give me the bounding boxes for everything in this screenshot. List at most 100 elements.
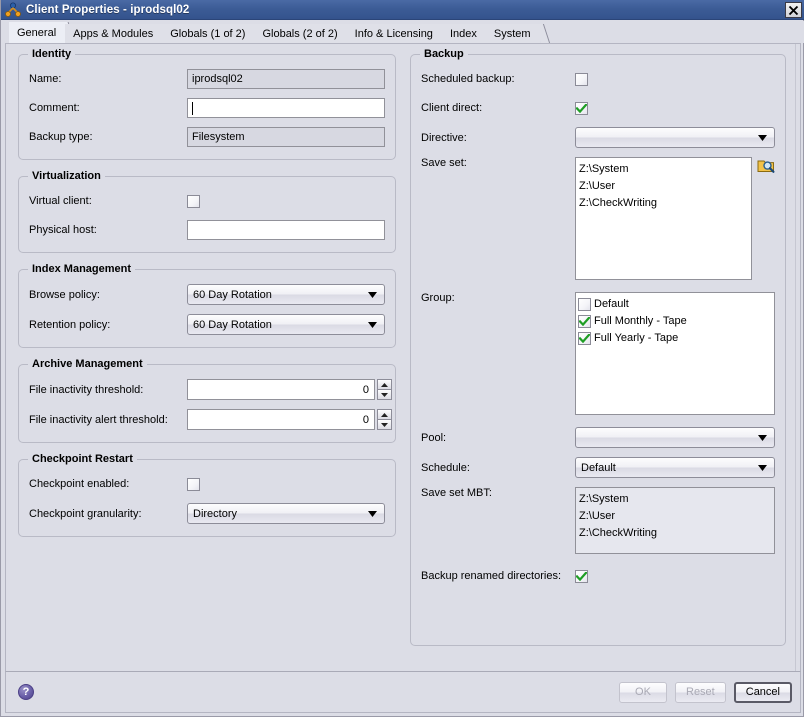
file-inactivity-alert-value: 0 bbox=[362, 413, 369, 426]
physical-host-input[interactable] bbox=[187, 220, 385, 240]
save-set-label: Save set: bbox=[421, 157, 467, 169]
name-field: iprodsql02 bbox=[187, 69, 385, 89]
list-item[interactable]: Z:\System bbox=[579, 161, 749, 178]
backup-group: Backup Scheduled backup: Client direct: … bbox=[410, 48, 786, 646]
spinner-down-button[interactable] bbox=[377, 390, 392, 400]
spinner-up-button[interactable] bbox=[377, 409, 392, 420]
file-inactivity-alert-stepper[interactable]: 0 bbox=[187, 409, 392, 430]
checkpoint-granularity-row: Checkpoint granularity: Directory bbox=[29, 503, 385, 524]
close-button[interactable] bbox=[785, 2, 802, 18]
file-inactivity-threshold-stepper[interactable]: 0 bbox=[187, 379, 392, 400]
client-direct-checkbox[interactable] bbox=[575, 101, 588, 115]
checkpoint-granularity-value: Directory bbox=[193, 507, 238, 520]
spinner-down-button[interactable] bbox=[377, 420, 392, 430]
group-full-yearly-tape-checkbox[interactable] bbox=[578, 332, 591, 345]
save-set-row: Save set: Z:\System Z:\User Z:\CheckWrit… bbox=[421, 157, 775, 280]
checkpoint-enabled-row: Checkpoint enabled: bbox=[29, 474, 385, 494]
save-set-listbox[interactable]: Z:\System Z:\User Z:\CheckWriting bbox=[575, 157, 752, 280]
retention-policy-dropdown[interactable]: 60 Day Rotation bbox=[187, 314, 385, 335]
client-direct-label: Client direct: bbox=[421, 102, 483, 114]
group-label: Group: bbox=[421, 292, 455, 304]
chevron-down-icon bbox=[758, 462, 767, 474]
tab-strip: General Apps & Modules Globals (1 of 2) … bbox=[1, 21, 804, 43]
folder-search-icon[interactable] bbox=[757, 157, 775, 175]
name-value: iprodsql02 bbox=[192, 73, 243, 85]
comment-label: Comment: bbox=[29, 102, 80, 114]
scheduled-backup-checkbox[interactable] bbox=[575, 72, 588, 86]
browse-policy-value: 60 Day Rotation bbox=[193, 288, 272, 301]
backup-group-title: Backup bbox=[420, 48, 468, 60]
pool-dropdown[interactable] bbox=[575, 427, 775, 448]
file-inactivity-threshold-input[interactable]: 0 bbox=[187, 379, 375, 400]
tab-index[interactable]: Index bbox=[441, 24, 486, 43]
virtual-client-checkbox[interactable] bbox=[187, 194, 200, 208]
group-default-checkbox[interactable] bbox=[578, 298, 591, 311]
tab-globals-1[interactable]: Globals (1 of 2) bbox=[162, 24, 255, 43]
spinner-up-button[interactable] bbox=[377, 379, 392, 390]
checkmark-icon bbox=[576, 571, 587, 581]
client-node-icon bbox=[5, 2, 21, 18]
panel-right-rail bbox=[795, 44, 800, 672]
group-row: Group: Default Full Monthly - Tape Full … bbox=[421, 292, 775, 415]
backup-renamed-directories-checkbox[interactable] bbox=[575, 569, 588, 583]
list-item[interactable]: Full Monthly - Tape bbox=[578, 313, 772, 330]
ok-button[interactable]: OK bbox=[619, 681, 667, 703]
virtual-client-label: Virtual client: bbox=[29, 195, 92, 207]
tab-general[interactable]: General bbox=[9, 22, 66, 43]
group-listbox[interactable]: Default Full Monthly - Tape Full Yearly … bbox=[575, 292, 775, 415]
identity-group-title: Identity bbox=[28, 48, 76, 60]
checkpoint-restart-group: Checkpoint Restart Checkpoint enabled: C… bbox=[18, 453, 396, 537]
retention-policy-label: Retention policy: bbox=[29, 318, 111, 331]
caret-down-icon bbox=[381, 422, 388, 427]
file-inactivity-alert-input[interactable]: 0 bbox=[187, 409, 375, 430]
client-properties-dialog: Client Properties - iprodsql02 General A… bbox=[0, 0, 804, 717]
backup-type-value: Filesystem bbox=[192, 131, 245, 143]
help-label: ? bbox=[22, 686, 30, 698]
schedule-label: Schedule: bbox=[421, 461, 470, 474]
backup-type-label: Backup type: bbox=[29, 131, 93, 143]
left-column: Identity Name: iprodsql02 Comment: Backu… bbox=[18, 48, 396, 553]
chevron-down-icon bbox=[758, 132, 767, 144]
tab-system[interactable]: System bbox=[485, 24, 540, 43]
list-item[interactable]: Z:\CheckWriting bbox=[579, 195, 749, 212]
checkpoint-restart-group-title: Checkpoint Restart bbox=[28, 453, 137, 465]
list-item[interactable]: Full Yearly - Tape bbox=[578, 330, 772, 347]
checkmark-icon bbox=[579, 317, 590, 326]
reset-button[interactable]: Reset bbox=[675, 681, 726, 703]
dialog-button-bar: ? OK Reset Cancel bbox=[5, 671, 801, 713]
group-full-monthly-tape-checkbox[interactable] bbox=[578, 315, 591, 328]
right-column: Backup Scheduled backup: Client direct: … bbox=[410, 48, 786, 662]
save-set-mbt-label: Save set MBT: bbox=[421, 487, 492, 499]
tab-globals-2[interactable]: Globals (2 of 2) bbox=[254, 24, 347, 43]
list-item-label: Full Monthly - Tape bbox=[594, 315, 687, 327]
chevron-down-icon bbox=[368, 319, 377, 331]
window-title: Client Properties - iprodsql02 bbox=[26, 3, 190, 16]
schedule-dropdown[interactable]: Default bbox=[575, 457, 775, 478]
checkpoint-enabled-checkbox[interactable] bbox=[187, 477, 200, 491]
scheduled-backup-label: Scheduled backup: bbox=[421, 73, 515, 85]
caret-down-icon bbox=[381, 392, 388, 397]
list-item[interactable]: Default bbox=[578, 296, 772, 313]
comment-row: Comment: bbox=[29, 98, 385, 118]
chevron-down-icon bbox=[368, 289, 377, 301]
general-tab-panel: Identity Name: iprodsql02 Comment: Backu… bbox=[5, 43, 801, 672]
virtual-client-row: Virtual client: bbox=[29, 191, 385, 211]
browse-policy-dropdown[interactable]: 60 Day Rotation bbox=[187, 284, 385, 305]
backup-renamed-directories-label: Backup renamed directories: bbox=[421, 570, 562, 582]
browse-policy-row: Browse policy: 60 Day Rotation bbox=[29, 284, 385, 305]
backup-type-field: Filesystem bbox=[187, 127, 385, 147]
cancel-label: Cancel bbox=[745, 686, 780, 698]
chevron-down-icon bbox=[368, 508, 377, 520]
list-item[interactable]: Z:\User bbox=[579, 178, 749, 195]
cancel-button[interactable]: Cancel bbox=[733, 681, 792, 703]
retention-policy-row: Retention policy: 60 Day Rotation bbox=[29, 314, 385, 335]
checkpoint-granularity-dropdown[interactable]: Directory bbox=[187, 503, 385, 524]
index-management-group: Index Management Browse policy: 60 Day R… bbox=[18, 263, 396, 348]
tab-apps-modules[interactable]: Apps & Modules bbox=[65, 24, 163, 43]
tab-info-licensing[interactable]: Info & Licensing bbox=[346, 24, 442, 43]
help-icon[interactable]: ? bbox=[18, 684, 34, 700]
directive-dropdown[interactable] bbox=[575, 127, 775, 148]
checkpoint-enabled-label: Checkpoint enabled: bbox=[29, 478, 130, 490]
directive-row: Directive: bbox=[421, 127, 775, 148]
comment-input[interactable] bbox=[187, 98, 385, 118]
